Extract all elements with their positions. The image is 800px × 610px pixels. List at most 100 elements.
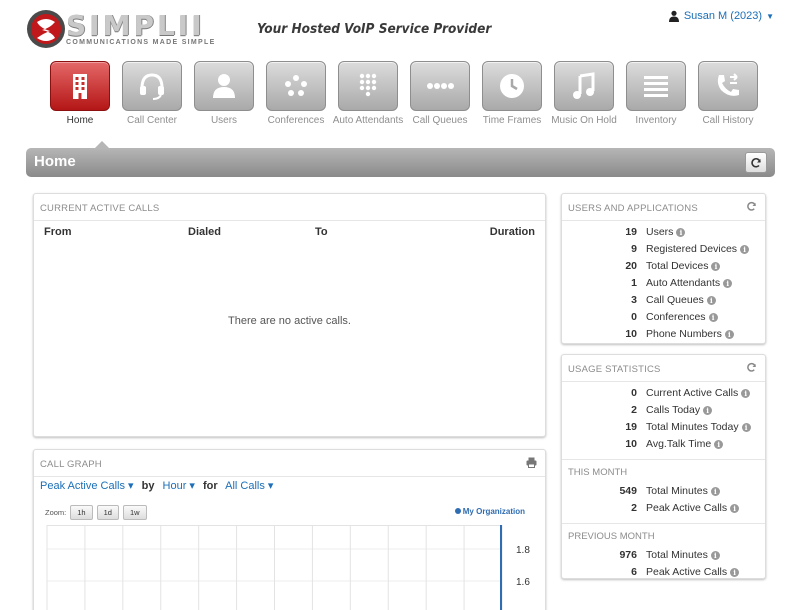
stat-label-text: Users <box>646 226 674 238</box>
stat-row: 19 Users i <box>562 224 765 241</box>
user-icon <box>668 10 679 22</box>
stat-value: 3 <box>631 294 637 306</box>
stat-label: Peak Active Calls i <box>646 502 740 514</box>
column-header[interactable]: Duration <box>490 226 535 238</box>
nav-label: Music On Hold <box>551 115 617 126</box>
stat-row: 0 Current Active Calls i <box>562 385 765 402</box>
chart-legend-item[interactable]: My Organization <box>454 507 525 516</box>
info-icon[interactable]: i <box>676 228 686 237</box>
nav-item-auto-attendants[interactable]: Auto Attendants <box>332 61 404 126</box>
nav-tile <box>50 61 110 111</box>
nav-label: Inventory <box>635 115 677 126</box>
clock-icon <box>500 74 524 98</box>
building-icon <box>73 74 87 99</box>
stat-label-text: Registered Devices <box>646 243 738 255</box>
column-header[interactable]: Dialed <box>188 226 221 238</box>
info-icon[interactable]: i <box>730 568 740 577</box>
simplii-logo[interactable]: SIMPLII COMMUNICATIONS MADE SIMPLE <box>26 6 246 52</box>
stat-label-text: Call Queues <box>646 294 704 306</box>
legend-dot-icon <box>454 508 461 514</box>
nav-item-call-history[interactable]: Call History <box>692 61 764 126</box>
stat-label-text: Current Active Calls <box>646 387 739 399</box>
nav-item-time-frames[interactable]: Time Frames <box>476 61 548 126</box>
refresh-icon[interactable] <box>746 201 757 215</box>
stat-label: Total Minutes i <box>646 485 720 497</box>
stat-label-text: Total Devices <box>646 260 709 272</box>
active-tab-pointer <box>94 141 110 149</box>
nav-item-call-center[interactable]: Call Center <box>116 61 188 126</box>
scope-dropdown[interactable]: All Calls ▾ <box>225 480 273 492</box>
info-icon[interactable]: i <box>708 313 718 322</box>
chevron-down-icon: ▼ <box>766 11 774 21</box>
nav-item-call-queues[interactable]: Call Queues <box>404 61 476 126</box>
stat-label-text: Total Minutes <box>646 485 708 497</box>
call-graph-chart[interactable]: 1.81.61.4 <box>44 525 539 610</box>
stat-row: 9 Registered Devices i <box>562 241 765 258</box>
interval-dropdown[interactable]: Hour ▾ <box>163 480 195 492</box>
stat-row: 2 Calls Today i <box>562 402 765 419</box>
stat-row: 19 Total Minutes Today i <box>562 419 765 436</box>
zoom-1w-button[interactable]: 1w <box>122 505 147 520</box>
info-icon[interactable]: i <box>703 406 713 415</box>
stat-label-text: Total Minutes <box>646 549 708 561</box>
stat-label: Auto Attendants i <box>646 277 733 289</box>
stat-value: 10 <box>625 438 637 450</box>
stat-label-text: Conferences <box>646 311 706 323</box>
stat-row: 0 Conferences i <box>562 309 765 326</box>
info-icon[interactable]: i <box>710 551 720 560</box>
graph-filter-bar: Peak Active Calls ▾ by Hour ▾ for All Ca… <box>40 479 273 492</box>
info-icon[interactable]: i <box>740 245 750 254</box>
usage-statistics-panel: Usage Statistics 0 Current Active Calls i 2… <box>561 354 766 579</box>
stat-label: Phone Numbers i <box>646 328 734 340</box>
nav-item-conferences[interactable]: Conferences <box>260 61 332 126</box>
info-icon[interactable]: i <box>730 504 740 513</box>
stat-label-text: Peak Active Calls <box>646 566 728 578</box>
stat-label-text: Avg.Talk Time <box>646 438 712 450</box>
panel-heading: Call Graph <box>34 450 545 477</box>
info-icon[interactable]: i <box>711 262 721 271</box>
zoom-1d-button[interactable]: 1d <box>96 505 119 520</box>
metric-dropdown[interactable]: Peak Active Calls ▾ <box>40 480 134 492</box>
user-name: Susan M (2023) <box>683 10 763 22</box>
refresh-icon[interactable] <box>746 362 757 376</box>
nav-item-music-on-hold[interactable]: Music On Hold <box>548 61 620 126</box>
print-icon[interactable] <box>526 457 537 471</box>
refresh-button[interactable] <box>745 152 767 173</box>
nav-tile <box>554 61 614 111</box>
panel-heading: Users and Applications <box>562 194 765 221</box>
stat-value: 9 <box>631 243 637 255</box>
panel-heading: Current Active Calls <box>34 194 545 221</box>
info-icon[interactable]: i <box>714 440 724 449</box>
stat-row: 3 Call Queues i <box>562 292 765 309</box>
filter-connector: by <box>141 480 155 492</box>
stat-row: 10 Avg.Talk Time i <box>562 436 765 453</box>
column-header[interactable]: To <box>315 226 328 238</box>
zoom-1h-button[interactable]: 1h <box>70 505 93 520</box>
stat-value: 0 <box>631 387 637 399</box>
headset-icon <box>140 73 164 100</box>
nav-item-home[interactable]: Home <box>44 61 116 126</box>
info-icon[interactable]: i <box>724 330 734 339</box>
nav-label: Home <box>66 115 94 126</box>
nav-label: Auto Attendants <box>332 115 404 126</box>
dashboard-page: SIMPLII COMMUNICATIONS MADE SIMPLE Your … <box>0 0 800 610</box>
nav-item-users[interactable]: Users <box>188 61 260 126</box>
nav-item-inventory[interactable]: Inventory <box>620 61 692 126</box>
legend-label: My Organization <box>462 507 525 516</box>
stat-row: 20 Total Devices i <box>562 258 765 275</box>
nav-tile <box>266 61 326 111</box>
nav-tile <box>194 61 254 111</box>
usage-previous-month-list: 976 Total Minutes i 6 Peak Active Calls i <box>562 547 765 581</box>
stat-label: Conferences i <box>646 311 718 323</box>
info-icon[interactable]: i <box>710 487 720 496</box>
user-menu[interactable]: Susan M (2023) ▼ <box>668 10 774 22</box>
info-icon[interactable]: i <box>723 279 733 288</box>
page-title: Home <box>34 153 76 170</box>
y-tick-label: 1.6 <box>516 577 530 588</box>
info-icon[interactable]: i <box>706 296 716 305</box>
info-icon[interactable]: i <box>741 389 751 398</box>
phone-history-icon <box>717 73 739 96</box>
stat-row: 6 Peak Active Calls i <box>562 564 765 581</box>
info-icon[interactable]: i <box>741 423 751 432</box>
column-header[interactable]: From <box>44 226 72 238</box>
